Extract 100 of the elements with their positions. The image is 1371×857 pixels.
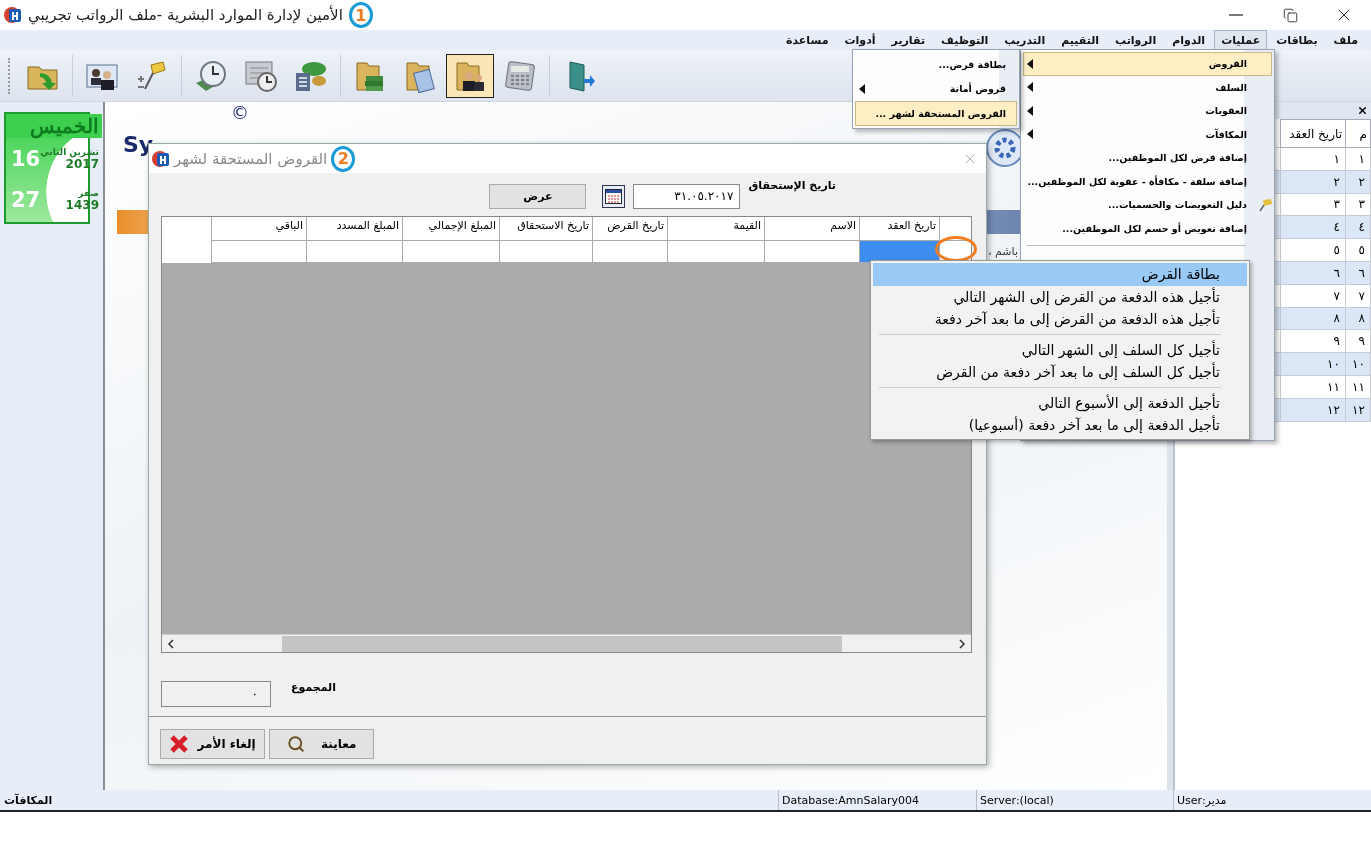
menu-item[interactable]: تأجيل كل السلف إلى ما بعد آخر دفعة من القرض [873, 361, 1247, 384]
menu-item[interactable]: بطاقة قرض... [855, 52, 1017, 77]
table-cell: ٨ [1345, 307, 1371, 330]
column-header[interactable]: تاريخ القرض [592, 217, 667, 241]
calendar-button[interactable] [602, 184, 626, 208]
date-value: ٣١.٠٥.٢٠١٧ [674, 189, 734, 203]
cancel-button[interactable]: إلغاء الأمر [160, 729, 265, 759]
table-cell: ٥ [1280, 238, 1346, 262]
table-cell: ١١ [1345, 375, 1371, 399]
menu-item[interactable]: تأجيل هذه الدفعة من القرض إلى الشهر التالي [873, 285, 1247, 308]
scrollbar-thumb[interactable] [282, 635, 842, 652]
submenu-arrow-icon [1027, 58, 1033, 69]
window-title: الأمين لإدارة الموارد البشرية -ملف الرواتب تجريبي [28, 6, 343, 24]
table-cell: ٧ [1345, 284, 1371, 308]
minimize-icon [1229, 14, 1243, 16]
menu-item[interactable]: العقوبات [1023, 99, 1272, 123]
app-logo-icon [4, 6, 22, 24]
table-cell[interactable] [499, 241, 592, 263]
table-cell: ٢ [1345, 170, 1371, 194]
table-cell: ٩ [1345, 329, 1371, 353]
menu-item[interactable]: إضافة تعويض أو حسم لكل الموظفين... [1023, 216, 1272, 240]
calendar-weekday: الخميس [6, 114, 102, 138]
submenu-arrow-icon [1027, 129, 1033, 140]
calendar-icon [605, 188, 623, 204]
table-cell: ٩ [1280, 329, 1346, 353]
table-cell: ١٢ [1280, 398, 1346, 422]
column-header[interactable]: تاريخ الاستحقاق [499, 217, 592, 241]
column-header[interactable]: المبلغ الإجمالي [402, 217, 499, 241]
column-header[interactable]: تاريخ العقد [859, 217, 939, 241]
table-cell[interactable] [402, 241, 499, 263]
table-cell[interactable] [306, 241, 402, 263]
callout-number: 1 [348, 2, 373, 28]
calendar-clock-icon [244, 58, 278, 93]
toolbar-button[interactable] [446, 53, 494, 98]
table-cell: ٨ [1280, 307, 1346, 330]
menu-item[interactable]: المكافآت [1023, 122, 1272, 146]
table-cell: ٦ [1280, 261, 1346, 285]
menu-item[interactable]: تأجيل هذه الدفعة من القرض إلى ما بعد آخر دفعة [873, 308, 1247, 331]
column-header[interactable]: م [1345, 119, 1371, 148]
menu-item[interactable]: تقارير [884, 30, 933, 50]
close-icon [169, 735, 190, 753]
show-button[interactable]: عرض [489, 183, 587, 209]
clock-icon [194, 58, 228, 93]
menu-item[interactable]: بطاقة القرض [873, 263, 1247, 286]
menu-item[interactable]: ملف [1326, 30, 1365, 50]
dialog-title: القروض المستحقة لشهر [174, 149, 328, 168]
table-cell: ٥ [1345, 238, 1371, 262]
total-field[interactable]: ٠ [161, 681, 271, 707]
table-cell: ٤ [1345, 215, 1371, 239]
menu-item[interactable]: تأجيل الدفعة إلى ما بعد آخر دفعة (أسبوعيا) [873, 414, 1247, 437]
table-cell: ٣ [1345, 193, 1371, 216]
column-header[interactable]: الاسم [764, 217, 859, 241]
menu-item[interactable]: بطاقات [1269, 30, 1325, 50]
submenu-arrow-icon [859, 83, 865, 94]
table-cell: ٢ [1280, 170, 1346, 194]
date-field[interactable]: ٣١.٠٥.٢٠١٧ [633, 183, 741, 209]
menu-item[interactable]: إضافة سلفة - مكافأة - عقوبة لكل الموظفين... [1023, 169, 1272, 193]
status-server: Server:(local) [976, 790, 1173, 810]
column-header[interactable]: المبلغ المسدد [306, 217, 402, 241]
table-cell: ٧ [1280, 284, 1346, 308]
menu-item[interactable]: إضافة قرض لكل الموظفين... [1023, 146, 1272, 170]
menu-item[interactable]: التوظيف [934, 30, 996, 50]
calendar-hijri-day: 27 [9, 187, 41, 212]
table-cell[interactable] [764, 241, 859, 263]
menu-item[interactable]: قروض أمانة [855, 76, 1017, 101]
menu-item[interactable]: السلف [1023, 75, 1272, 99]
pin-icon [1257, 198, 1273, 212]
table-cell: ١٢ [1345, 398, 1371, 422]
menu-item[interactable]: التقييم [1054, 30, 1107, 50]
submenu-arrow-icon [1027, 105, 1033, 116]
table-cell: ٦ [1345, 261, 1371, 285]
menu-item[interactable]: الرواتب [1108, 30, 1164, 50]
table-cell[interactable] [667, 241, 764, 263]
menu-item[interactable]: القروض المستحقة لشهر ... [855, 101, 1017, 126]
table-cell[interactable] [592, 241, 667, 263]
date-label: تاريخ الإستحقاق [748, 179, 836, 192]
menu-item[interactable]: الدوام [1165, 30, 1213, 50]
status-section: المكافآت [0, 793, 778, 807]
column-header[interactable]: تاريخ العقد [1280, 119, 1346, 148]
menu-item[interactable]: أدوات [837, 30, 883, 50]
menu-item[interactable]: القروض [1023, 52, 1272, 76]
table-cell: ١٠ [1345, 352, 1371, 376]
preview-button[interactable]: معاينة [269, 729, 374, 759]
menu-item[interactable]: دليل التعويضات والحسميات... [1023, 193, 1272, 217]
magnifier-icon [286, 735, 305, 753]
close-icon[interactable] [1357, 105, 1368, 116]
table-cell[interactable] [211, 241, 306, 263]
column-header[interactable]: الباقي [211, 217, 306, 241]
table-cell: ٣ [1280, 193, 1346, 216]
table-cell[interactable] [859, 241, 939, 263]
total-value: ٠ [251, 687, 258, 701]
menu-item[interactable]: تأجيل الدفعة إلى الأسبوع التالي [873, 391, 1247, 414]
table-cell: ١ [1280, 147, 1346, 171]
menu-item[interactable]: مساعدة [779, 30, 836, 50]
app-logo-icon [152, 149, 170, 168]
menu-item[interactable]: التدريب [997, 30, 1053, 50]
menu-item[interactable]: تأجيل كل السلف إلى الشهر التالي [873, 338, 1247, 361]
column-header[interactable]: القيمة [667, 217, 764, 241]
menu-item[interactable]: عمليات [1214, 30, 1268, 50]
table-cell: ١ [1345, 147, 1371, 171]
